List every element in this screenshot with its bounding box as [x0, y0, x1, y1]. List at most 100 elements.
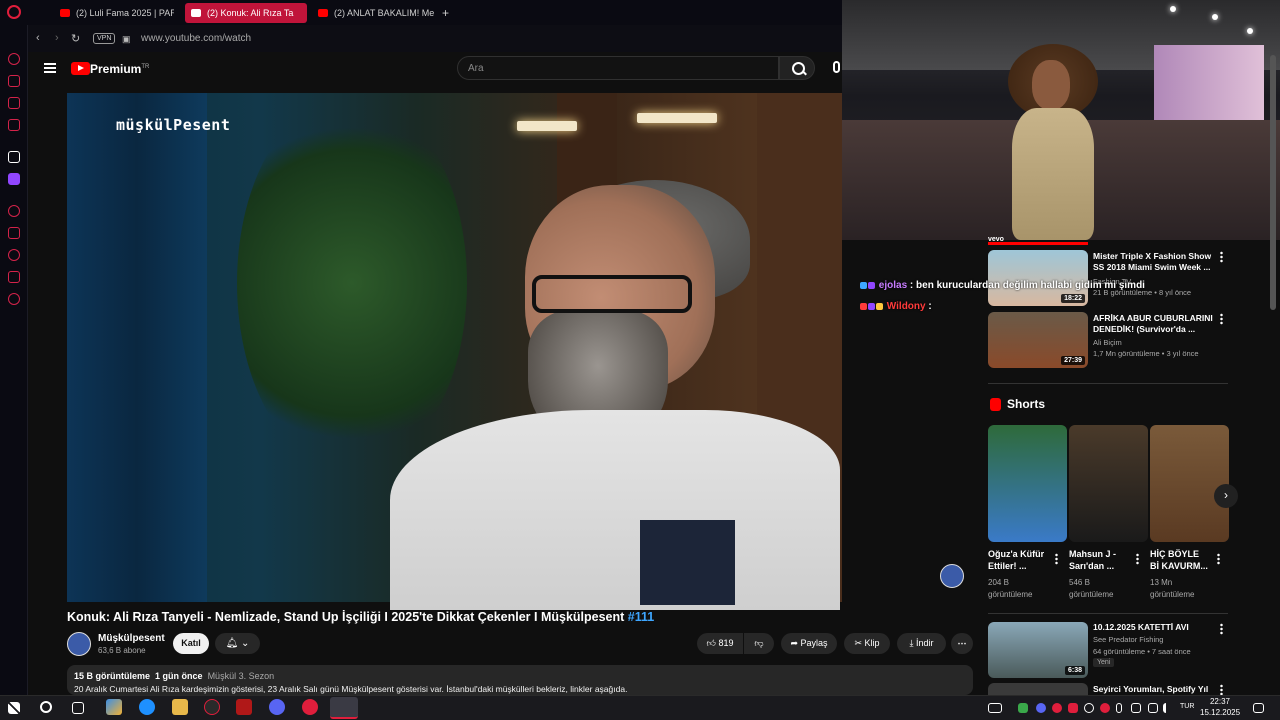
twitch-icon[interactable] — [8, 173, 20, 185]
vpn-badge[interactable]: VPN — [93, 33, 116, 44]
ceiling-lamp — [637, 113, 717, 123]
chat-username[interactable]: Wildony — [887, 301, 926, 312]
discord-tray-icon[interactable] — [1036, 703, 1046, 713]
tray-app-icon[interactable] — [1018, 703, 1028, 713]
language-indicator[interactable]: TUR — [1180, 703, 1194, 710]
history-icon[interactable] — [8, 53, 20, 65]
more-options-icon[interactable] — [1055, 553, 1058, 565]
download-button[interactable]: ⤓ İndir — [897, 633, 946, 654]
overlay-video[interactable] — [842, 0, 1280, 240]
more-options-icon[interactable] — [1217, 553, 1220, 565]
task-view-icon[interactable] — [72, 702, 84, 714]
more-options-icon[interactable] — [1220, 313, 1223, 325]
dislike-button[interactable]: 👎︎ — [744, 633, 774, 654]
channel-avatar[interactable] — [67, 632, 91, 656]
copilot-icon[interactable] — [106, 699, 122, 715]
back-icon[interactable]: ‹ — [36, 32, 40, 44]
messenger-icon[interactable] — [8, 97, 20, 109]
forward-icon[interactable]: › — [55, 32, 59, 44]
rec-title[interactable]: Mister Triple X Fashion Show SS 2018 Mia… — [1093, 251, 1213, 273]
short-thumbnail[interactable] — [1069, 425, 1148, 542]
duration-badge: 27:39 — [1061, 356, 1085, 365]
opera-gx-icon[interactable] — [204, 699, 220, 715]
season-tag[interactable]: Müşkül 3. Sezon — [208, 671, 275, 681]
voicemeeter-icon[interactable] — [236, 699, 252, 715]
rec-thumbnail[interactable]: 18:22 — [988, 250, 1088, 306]
display-icon[interactable] — [1148, 703, 1158, 713]
rec-title[interactable]: AFRİKA ABUR CUBURLARINI DENEDİK! (Surviv… — [1093, 313, 1213, 335]
search-input[interactable]: Ara — [457, 56, 779, 80]
youtube-logo-icon[interactable] — [71, 62, 90, 75]
tab-luli-fama[interactable]: (2) Luli Fama 2025 | PARA — [54, 3, 174, 23]
opera-gx-active-icon[interactable] — [330, 697, 358, 719]
tab-anlat-bakalim[interactable]: (2) ANLAT BAKALIM! Me — [312, 3, 434, 23]
windows-start-icon[interactable] — [8, 702, 20, 714]
rec-thumbnail[interactable]: 6:38 — [988, 622, 1088, 678]
settings-icon[interactable] — [8, 293, 20, 305]
page-scrollbar[interactable] — [1270, 55, 1276, 310]
mic-icon[interactable] — [833, 61, 840, 73]
keyboard-icon[interactable] — [988, 703, 1002, 713]
short-title[interactable]: Oğuz'a Küfür Ettiler! ... — [988, 548, 1048, 572]
notification-icon[interactable] — [1253, 703, 1264, 713]
tray-app-icon[interactable] — [1068, 703, 1078, 713]
bag-icon[interactable] — [8, 75, 20, 87]
search-icon[interactable] — [40, 701, 52, 713]
hashtag-link[interactable]: #111 — [628, 610, 654, 624]
menu-icon[interactable] — [44, 63, 56, 73]
url-text[interactable]: www.youtube.com/watch — [141, 33, 251, 44]
cube-icon[interactable] — [8, 271, 20, 283]
system-clock[interactable]: 22:37 15.12.2025 — [1200, 696, 1240, 718]
chat-badge-icon — [868, 302, 875, 310]
channel-name[interactable]: Müşkülpesent — [98, 633, 165, 644]
volume-icon[interactable] — [1163, 703, 1173, 713]
short-thumbnail[interactable] — [988, 425, 1067, 542]
tray-app-icon[interactable] — [1100, 703, 1110, 713]
join-button[interactable]: Katıl — [173, 633, 209, 654]
brand-country: TR — [141, 64, 150, 70]
bookmark-icon[interactable] — [8, 227, 20, 239]
shorts-next-button[interactable]: › — [1214, 484, 1238, 508]
rec-channel[interactable]: Ali Biçim — [1093, 338, 1122, 347]
tray-app-icon[interactable] — [1084, 703, 1094, 713]
microphone-icon[interactable] — [1116, 703, 1122, 713]
reload-icon[interactable]: ↻ — [71, 32, 80, 45]
clip-button[interactable]: ✂ Klip — [844, 633, 890, 654]
search-button[interactable] — [779, 56, 815, 80]
more-options-icon[interactable] — [1220, 623, 1223, 635]
clock-time: 22:37 — [1209, 697, 1231, 706]
clock-icon[interactable] — [8, 249, 20, 261]
more-actions-button[interactable]: ⋯ — [951, 633, 973, 654]
video-title: Konuk: Ali Rıza Tanyeli - Nemlizade, Sta… — [67, 610, 654, 624]
opera-icon[interactable] — [302, 699, 318, 715]
chat-username[interactable]: ejolas — [879, 280, 907, 291]
short-title[interactable]: HİÇ BÖYLE Bİ KAVURM... — [1150, 548, 1210, 572]
rec-thumbnail[interactable] — [988, 683, 1088, 695]
network-icon[interactable] — [1131, 703, 1141, 713]
short-thumbnail[interactable] — [1150, 425, 1229, 542]
opera-logo-icon[interactable] — [7, 5, 21, 19]
aria-icon[interactable] — [8, 151, 20, 163]
like-button[interactable]: 👍︎ 819 — [697, 633, 743, 654]
rec-thumbnail[interactable]: 27:39 — [988, 312, 1088, 368]
tray-app-icon[interactable] — [1052, 703, 1062, 713]
youtube-brand[interactable]: PremiumTR — [90, 62, 149, 76]
share-button[interactable]: ➦ Paylaş — [781, 633, 837, 654]
tab-label: (2) ANLAT BAKALIM! Me — [334, 8, 434, 18]
player-icon[interactable] — [8, 205, 20, 217]
rec-channel[interactable]: See Predator Fishing — [1093, 635, 1163, 644]
notification-bell-button[interactable]: 🔔︎ ⌄ — [215, 633, 260, 654]
short-title[interactable]: Mahsun J - Sarı'dan ... — [1069, 548, 1129, 572]
more-options-icon[interactable] — [1136, 553, 1139, 565]
channel-watermark-badge[interactable] — [940, 564, 964, 588]
download-icon: ⤓ — [909, 638, 914, 648]
edge-icon[interactable] — [139, 699, 155, 715]
more-options-icon[interactable] — [1220, 251, 1223, 263]
rec-title[interactable]: Seyirci Yorumları, Spotify Yıl — [1093, 684, 1213, 695]
instagram-icon[interactable] — [8, 119, 20, 131]
tab-konuk-active[interactable]: (2) Konuk: Ali Rıza Ta — [185, 3, 307, 23]
discord-icon[interactable] — [269, 699, 285, 715]
file-explorer-icon[interactable] — [172, 699, 188, 715]
new-tab-button[interactable]: + — [436, 3, 456, 23]
rec-title[interactable]: 10.12.2025 KATETTİ AVI — [1093, 622, 1213, 633]
